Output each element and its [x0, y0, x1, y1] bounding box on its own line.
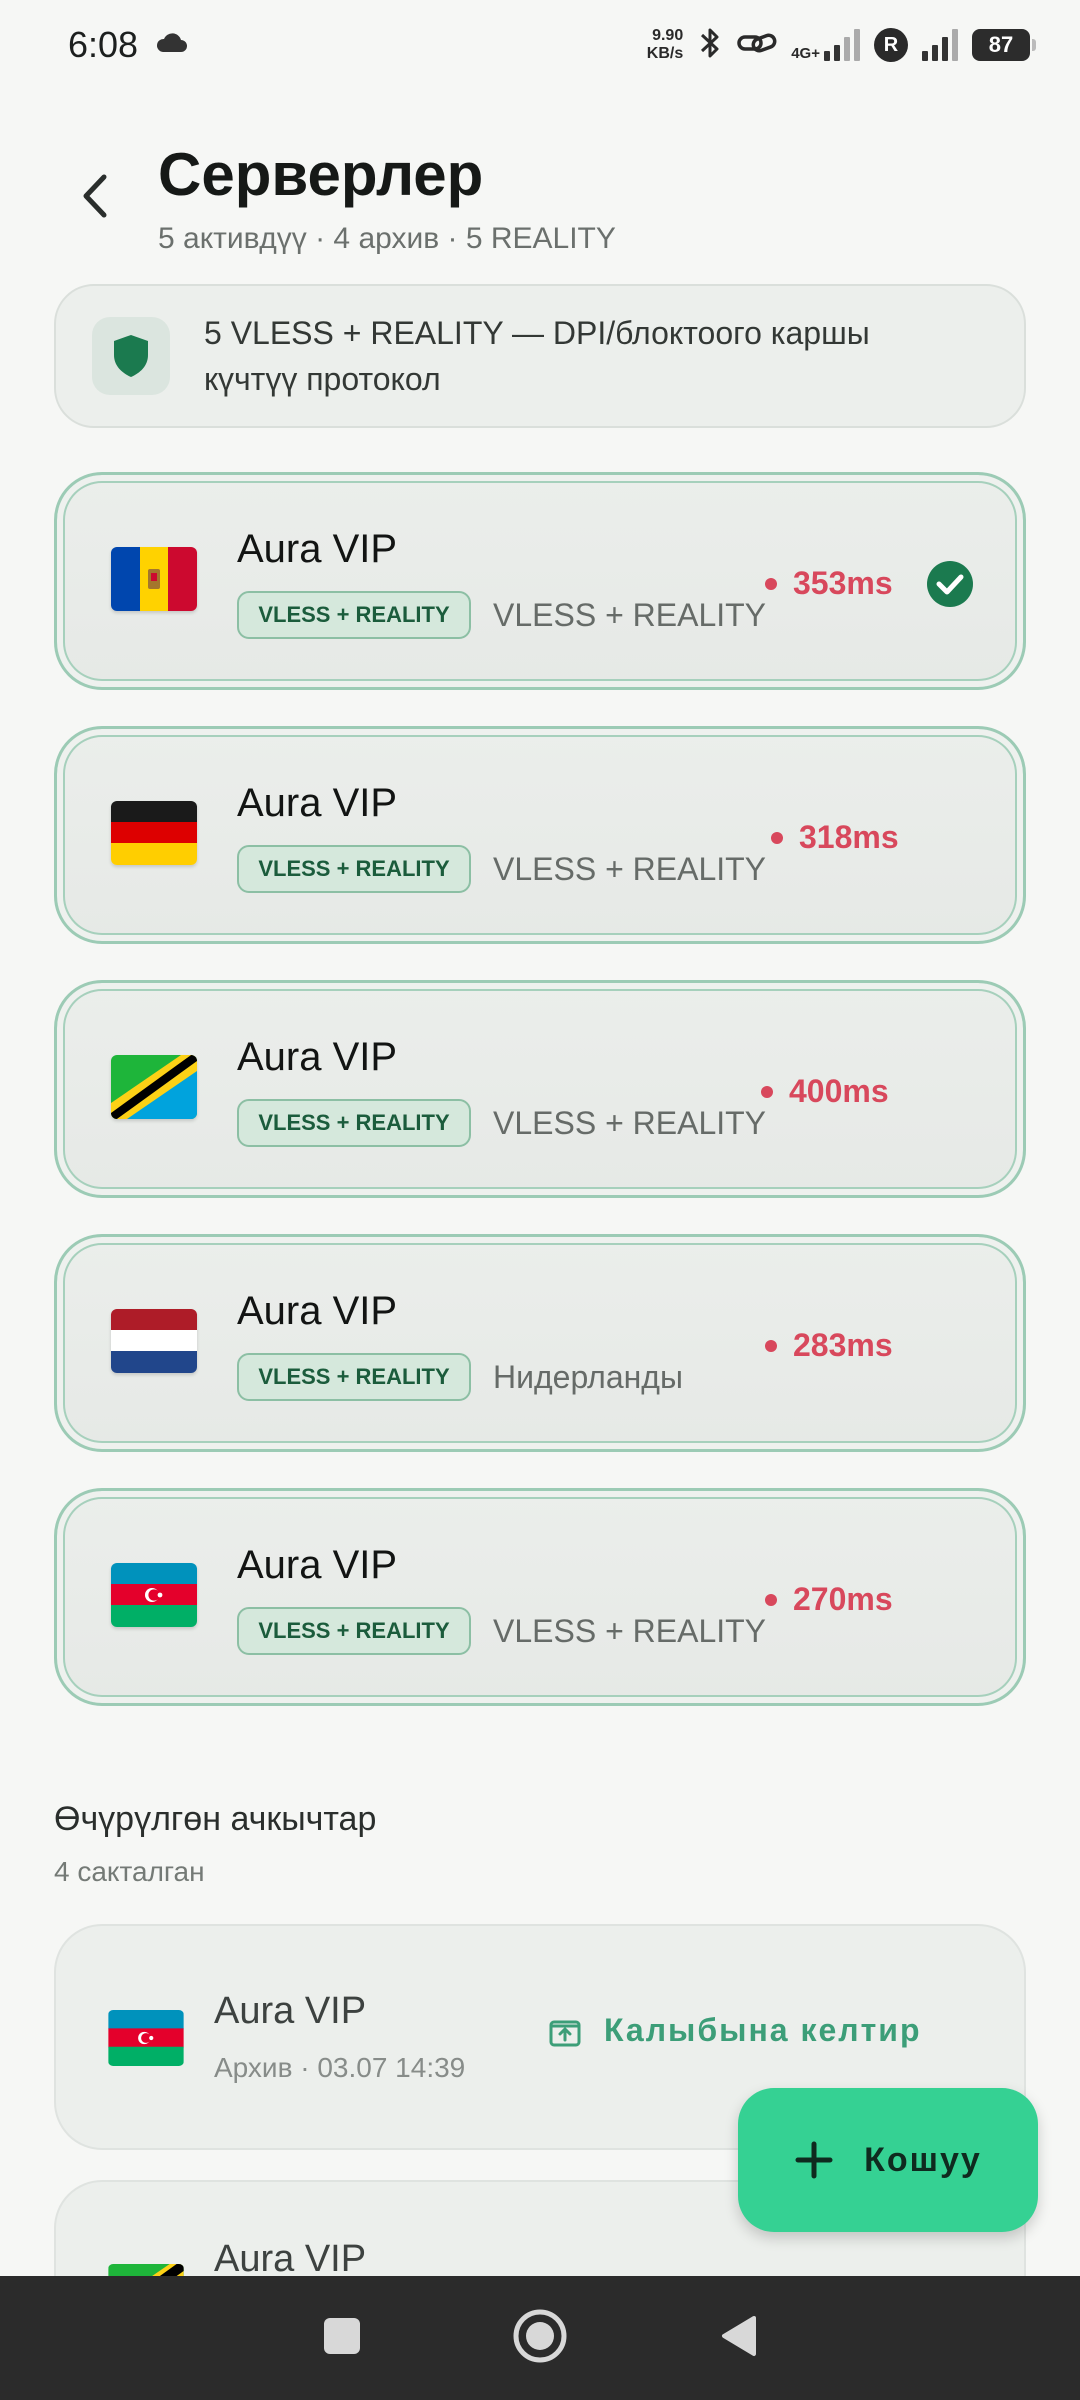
chevron-left-icon — [83, 174, 107, 218]
add-button-label: Кошуу — [864, 2140, 982, 2179]
page-title: Серверлер — [158, 141, 484, 208]
ping-value: 400ms — [789, 1073, 889, 1109]
ping-indicator: 353ms — [765, 565, 893, 602]
back-button[interactable] — [70, 166, 120, 226]
home-button[interactable] — [512, 2308, 568, 2369]
restore-button[interactable]: Калыбына келтир — [548, 2012, 922, 2049]
flag-moldova-icon — [111, 547, 197, 611]
server-card[interactable]: Aura VIP VLESS + REALITY VLESS + REALITY… — [54, 980, 1026, 1198]
ping-value: 353ms — [793, 565, 893, 601]
signal-icon — [824, 29, 860, 61]
server-name: Aura VIP — [237, 1289, 398, 1333]
flag-azerbaijan-icon — [111, 1563, 197, 1627]
archive-name: Aura VIP — [214, 1990, 367, 2032]
server-description: VLESS + REALITY — [493, 1613, 767, 1649]
ping-dot-icon — [761, 1085, 773, 1098]
status-time: 6:08 — [68, 24, 139, 65]
network-type: 4G+ — [791, 45, 820, 62]
server-card[interactable]: Aura VIP VLESS + REALITY VLESS + REALITY… — [54, 472, 1026, 690]
cloud-icon — [154, 32, 188, 59]
protocol-tag: VLESS + REALITY — [237, 591, 471, 639]
server-card[interactable]: Aura VIP VLESS + REALITY VLESS + REALITY… — [54, 1488, 1026, 1706]
shield-icon — [92, 317, 170, 395]
signal-icon-2 — [922, 29, 958, 61]
bluetooth-icon — [697, 25, 723, 66]
flag-germany-icon — [111, 801, 197, 865]
protocol-tag: VLESS + REALITY — [237, 1607, 471, 1655]
ping-value: 318ms — [799, 819, 899, 855]
battery-indicator: 87 — [972, 29, 1036, 61]
info-banner: 5 VLESS + REALITY — DPI/блоктоого каршы … — [54, 284, 1026, 428]
check-circle-icon — [927, 561, 973, 607]
archive-name: Aura VIP — [214, 2238, 367, 2280]
server-description: VLESS + REALITY — [493, 1105, 767, 1141]
network-speed: 9.90 KB/s — [646, 27, 684, 62]
server-name: Aura VIP — [237, 1543, 398, 1587]
flag-tanzania-icon — [111, 1055, 197, 1119]
server-card[interactable]: Aura VIP VLESS + REALITY Нидерланды 283m… — [54, 1234, 1026, 1452]
ping-indicator: 283ms — [765, 1327, 893, 1364]
restore-icon — [549, 2020, 581, 2046]
server-name: Aura VIP — [237, 1035, 398, 1079]
flag-netherlands-icon — [111, 1309, 197, 1373]
ping-indicator: 318ms — [771, 819, 899, 856]
recents-button[interactable] — [322, 2316, 362, 2361]
archive-section-subtitle: 4 сакталган — [54, 1856, 205, 1887]
ping-dot-icon — [771, 831, 783, 844]
back-nav-button[interactable] — [718, 2314, 758, 2363]
protocol-tag: VLESS + REALITY — [237, 1353, 471, 1401]
triangle-back-icon — [722, 2315, 756, 2356]
info-text: 5 VLESS + REALITY — DPI/блоктоого каршы … — [204, 315, 870, 397]
add-button[interactable]: Кошуу — [738, 2088, 1038, 2232]
ping-dot-icon — [765, 1593, 777, 1606]
ping-dot-icon — [765, 577, 777, 590]
protocol-tag: VLESS + REALITY — [237, 1099, 471, 1147]
square-icon — [324, 2317, 360, 2354]
ping-indicator: 270ms — [765, 1581, 893, 1618]
link-icon — [737, 29, 777, 62]
ping-dot-icon — [765, 1339, 777, 1352]
flag-azerbaijan-icon — [108, 2010, 184, 2066]
protocol-tag: VLESS + REALITY — [237, 845, 471, 893]
plus-icon — [795, 2141, 833, 2179]
archive-meta: Архив · 03.07 14:39 — [214, 2052, 466, 2083]
server-name: Aura VIP — [237, 527, 398, 571]
ping-value: 283ms — [793, 1327, 893, 1363]
restore-label: Калыбына келтир — [604, 2012, 922, 2048]
server-description: VLESS + REALITY — [493, 597, 767, 633]
archive-section-title: Өчүрүлгөн ачкычтар — [54, 1800, 377, 1838]
server-description: Нидерланды — [493, 1359, 683, 1395]
status-bar: 6:08 9.90 KB/s 4G+ R 87 — [0, 0, 1080, 90]
server-card[interactable]: Aura VIP VLESS + REALITY VLESS + REALITY… — [54, 726, 1026, 944]
r-badge: R — [874, 28, 908, 62]
ping-indicator: 400ms — [761, 1073, 889, 1110]
ping-value: 270ms — [793, 1581, 893, 1617]
page-subtitle: 5 активдүү · 4 архив · 5 REALITY — [158, 222, 616, 255]
server-name: Aura VIP — [237, 781, 398, 825]
system-nav-bar — [0, 2276, 1080, 2400]
server-description: VLESS + REALITY — [493, 851, 767, 887]
home-circle-icon — [513, 2309, 567, 2362]
